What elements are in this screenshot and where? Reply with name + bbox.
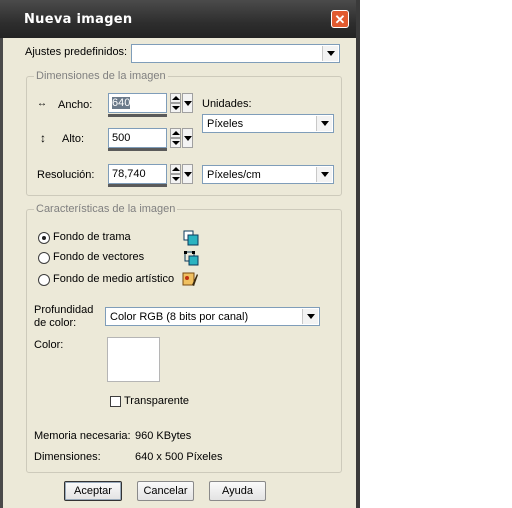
- color-depth-value: Color RGB (8 bits por canal): [110, 311, 249, 323]
- width-label: Ancho:: [58, 99, 93, 111]
- spin-down-icon[interactable]: [170, 174, 181, 184]
- memory-value: 960 KBytes: [135, 430, 192, 442]
- title-bar[interactable]: Nueva imagen ✕: [0, 0, 360, 38]
- memory-label: Memoria necesaria:: [34, 430, 131, 442]
- raster-background-label[interactable]: Fondo de trama: [53, 231, 131, 243]
- width-stepper[interactable]: [170, 93, 181, 113]
- vector-background-radio[interactable]: [38, 252, 50, 264]
- width-value: 640: [112, 97, 131, 109]
- raster-background-radio[interactable]: [38, 232, 50, 244]
- units-label: Unidades:: [202, 98, 252, 110]
- resolution-units-value: Píxeles/cm: [207, 169, 261, 181]
- vector-background-label[interactable]: Fondo de vectores: [53, 251, 144, 263]
- color-depth-dropdown[interactable]: Color RGB (8 bits por canal): [105, 307, 320, 326]
- art-media-icon: [182, 272, 198, 286]
- color-label: Color:: [34, 339, 64, 351]
- chevron-down-icon[interactable]: [302, 309, 318, 324]
- spin-down-icon[interactable]: [170, 138, 181, 148]
- resolution-units-dropdown[interactable]: Píxeles/cm: [202, 165, 334, 184]
- width-input[interactable]: 640: [108, 93, 167, 113]
- height-value: 500: [112, 132, 131, 144]
- color-depth-label-line1: Profundidad: [34, 304, 94, 316]
- chevron-down-icon[interactable]: [316, 167, 332, 182]
- help-button[interactable]: Ayuda: [209, 481, 266, 501]
- resolution-stepper[interactable]: [170, 164, 181, 184]
- spin-up-icon[interactable]: [170, 93, 181, 103]
- spin-up-icon[interactable]: [170, 128, 181, 138]
- height-input[interactable]: 500: [108, 128, 167, 148]
- width-arrow-icon: ↔: [37, 98, 47, 109]
- transparent-label[interactable]: Transparente: [124, 395, 189, 407]
- chevron-down-icon[interactable]: [322, 46, 338, 61]
- transparent-checkbox[interactable]: [110, 396, 121, 407]
- height-label: Alto:: [62, 133, 85, 145]
- vector-layer-icon: [184, 251, 199, 266]
- resolution-label: Resolución:: [37, 169, 95, 181]
- dimensions-legend: Dimensiones de la imagen: [34, 70, 168, 82]
- art-media-background-label[interactable]: Fondo de medio artístico: [53, 273, 174, 285]
- presets-label: Ajustes predefinidos:: [25, 46, 128, 58]
- resolution-input[interactable]: 78,740: [108, 164, 167, 184]
- resolution-slider[interactable]: [108, 184, 167, 187]
- art-media-background-radio[interactable]: [38, 274, 50, 286]
- width-slider[interactable]: [108, 114, 167, 117]
- spin-up-icon[interactable]: [170, 164, 181, 174]
- color-swatch[interactable]: [107, 337, 160, 382]
- height-slider[interactable]: [108, 148, 167, 151]
- ok-button[interactable]: Aceptar: [64, 481, 122, 501]
- resolution-value: 78,740: [112, 168, 146, 180]
- units-dropdown[interactable]: Píxeles: [202, 114, 334, 133]
- color-depth-label-line2: de color:: [34, 317, 77, 329]
- dimensions-summary-value: 640 x 500 Píxeles: [135, 451, 223, 463]
- units-value: Píxeles: [207, 118, 244, 130]
- height-stepper[interactable]: [170, 128, 181, 148]
- cancel-button[interactable]: Cancelar: [137, 481, 194, 501]
- dimensions-summary-label: Dimensiones:: [34, 451, 101, 463]
- close-icon[interactable]: ✕: [331, 10, 349, 28]
- height-arrow-icon: ↕: [40, 131, 46, 145]
- window-frame-left: [0, 38, 3, 508]
- spin-down-icon[interactable]: [170, 103, 181, 113]
- new-image-dialog: Nueva imagen ✕ Ajustes predefinidos: Dim…: [0, 0, 360, 508]
- height-dropdown-button[interactable]: [182, 128, 193, 148]
- chevron-down-icon[interactable]: [316, 116, 332, 131]
- width-dropdown-button[interactable]: [182, 93, 193, 113]
- presets-dropdown[interactable]: [131, 44, 340, 63]
- resolution-dropdown-button[interactable]: [182, 164, 193, 184]
- dialog-title: Nueva imagen: [24, 12, 133, 27]
- raster-layer-icon: [183, 230, 199, 246]
- characteristics-legend: Características de la imagen: [34, 203, 178, 215]
- window-frame-right: [356, 0, 360, 508]
